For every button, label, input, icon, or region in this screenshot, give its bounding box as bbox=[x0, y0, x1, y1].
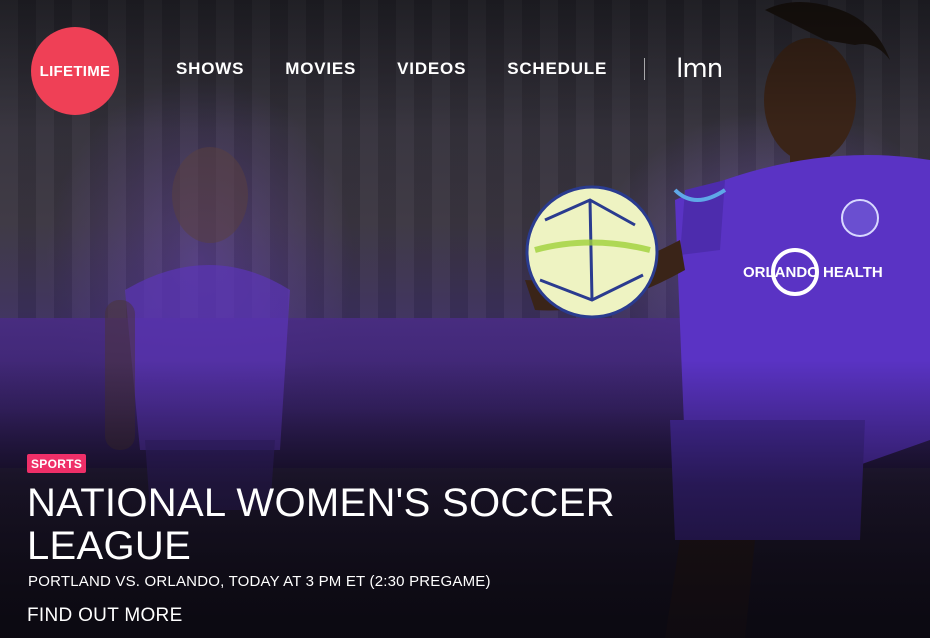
nav-schedule[interactable]: SCHEDULE bbox=[507, 59, 607, 79]
hero-banner[interactable]: ORLANDO HEALTH LIFETIME SHOWS MOVIES VID… bbox=[0, 0, 930, 638]
category-badge[interactable]: SPORTS bbox=[27, 454, 87, 473]
lmn-logo[interactable]: lmn bbox=[676, 54, 723, 84]
nav-videos[interactable]: VIDEOS bbox=[397, 59, 466, 79]
hero-title: NATIONAL WOMEN'S SOCCER LEAGUE bbox=[27, 481, 615, 568]
hero-subtitle: PORTLAND VS. ORLANDO, TODAY AT 3 PM ET (… bbox=[28, 573, 491, 590]
jersey-sponsor-text: ORLANDO HEALTH bbox=[743, 264, 883, 281]
nav-shows[interactable]: SHOWS bbox=[176, 59, 244, 79]
find-out-more-link[interactable]: FIND OUT MORE bbox=[27, 605, 183, 627]
nav-divider bbox=[644, 58, 646, 80]
main-nav: SHOWS MOVIES VIDEOS SCHEDULE lmn bbox=[176, 54, 723, 84]
lifetime-logo[interactable]: LIFETIME bbox=[31, 27, 119, 115]
logo-text: LIFETIME bbox=[39, 62, 111, 80]
nav-movies[interactable]: MOVIES bbox=[285, 59, 356, 79]
